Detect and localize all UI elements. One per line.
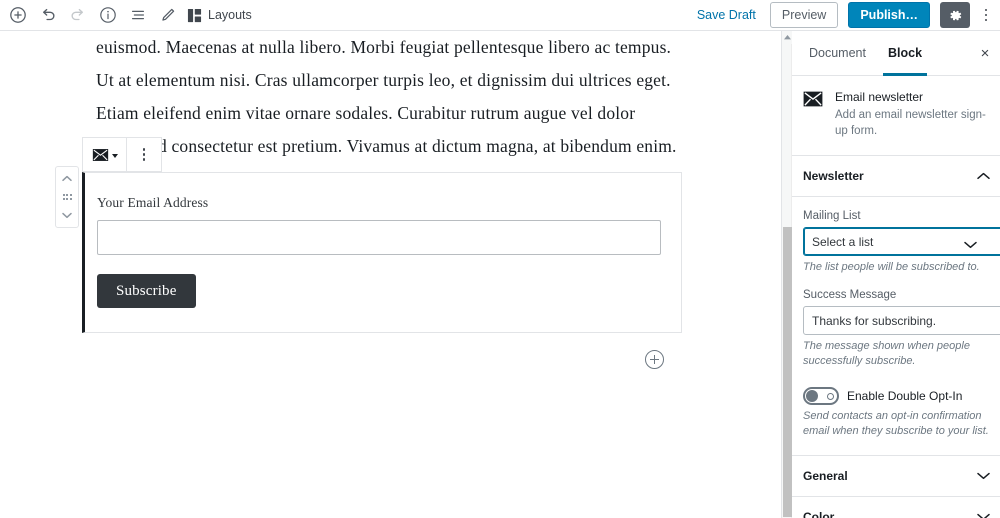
tab-document[interactable]: Document	[798, 31, 877, 76]
chevron-down-icon	[977, 472, 990, 480]
publish-button[interactable]: Publish…	[848, 2, 930, 28]
sidebar-tabs: Document Block ×	[792, 31, 1000, 76]
info-icon[interactable]	[93, 0, 123, 30]
mailing-list-help: The list people will be subscribed to.	[803, 261, 980, 273]
block-card-description: Add an email newsletter sign-up form.	[835, 109, 986, 137]
mailing-list-select[interactable]: Select a list	[803, 227, 1000, 256]
newsletter-block[interactable]: Your Email Address Subscribe	[82, 172, 682, 333]
block-card: Email newsletter Add an email newsletter…	[792, 76, 1000, 156]
tab-block[interactable]: Block	[877, 31, 933, 76]
field-success-message: Success Message The message shown when p…	[803, 289, 1000, 369]
layouts-icon	[187, 8, 202, 23]
save-draft-button[interactable]: Save Draft	[687, 0, 766, 30]
sidebar-content: Document Block × Email newsletter Add an…	[792, 31, 1000, 518]
more-options-button[interactable]	[974, 0, 998, 30]
block-card-text: Email newsletter Add an email newsletter…	[835, 90, 988, 139]
editor-top-toolbar: Layouts Save Draft Preview Publish…	[0, 0, 1000, 31]
panel-header-newsletter[interactable]: Newsletter	[792, 156, 1000, 197]
success-message-input[interactable]	[803, 306, 1000, 335]
field-mailing-list: Mailing List Select a list The list peop…	[803, 210, 1000, 275]
panel-title-color: Color	[803, 510, 835, 518]
block-type-button[interactable]	[83, 138, 127, 171]
gear-icon	[948, 8, 963, 23]
double-optin-label: Enable Double Opt-In	[847, 389, 963, 403]
scroll-up-icon[interactable]	[782, 31, 792, 44]
sidebar-scrollbar[interactable]	[782, 31, 792, 518]
redo-icon[interactable]	[63, 0, 93, 30]
mailing-list-label: Mailing List	[803, 210, 861, 222]
layouts-label: Layouts	[208, 8, 252, 23]
panel-header-color[interactable]: Color	[792, 497, 1000, 518]
block-more-options-button[interactable]	[127, 138, 161, 171]
email-field-label: Your Email Address	[97, 195, 209, 210]
drag-handle-icon[interactable]	[62, 194, 72, 200]
block-mover	[55, 166, 79, 228]
post-content: euismod. Maecenas at nulla libero. Morbi…	[96, 31, 682, 163]
chevron-down-icon	[977, 513, 990, 518]
layouts-button[interactable]: Layouts	[183, 0, 260, 30]
close-sidebar-button[interactable]: ×	[972, 40, 998, 66]
vertical-dots-icon	[142, 148, 146, 161]
toolbar-right-group: Save Draft Preview Publish…	[687, 0, 1000, 30]
email-input[interactable]	[97, 220, 661, 255]
add-block-icon[interactable]	[3, 0, 33, 30]
double-optin-toggle[interactable]	[803, 387, 839, 405]
edit-icon[interactable]	[153, 0, 183, 30]
success-message-help: The message shown when people successful…	[803, 340, 970, 367]
add-block-inserter-icon[interactable]	[645, 350, 664, 369]
undo-icon[interactable]	[33, 0, 63, 30]
vertical-dots-icon	[984, 8, 988, 22]
preview-button[interactable]: Preview	[769, 2, 839, 28]
field-double-optin: Enable Double Opt-In Send contacts an op…	[803, 387, 989, 439]
paragraph-block[interactable]: euismod. Maecenas at nulla libero. Morbi…	[96, 31, 682, 163]
editor-canvas: euismod. Maecenas at nulla libero. Morbi…	[0, 31, 781, 518]
block-card-title: Email newsletter	[835, 90, 924, 104]
chevron-down-icon	[112, 153, 118, 158]
gutenberg-editor: Layouts Save Draft Preview Publish… euis…	[0, 0, 1000, 518]
panel-title-general: General	[803, 469, 848, 483]
toggle-off-indicator	[827, 393, 834, 400]
mailing-list-select-wrapper: Select a list	[803, 227, 1000, 256]
chevron-up-icon	[977, 172, 990, 180]
move-up-button[interactable]	[56, 170, 78, 187]
subscribe-button[interactable]: Subscribe	[97, 274, 196, 308]
panel-title-newsletter: Newsletter	[803, 169, 864, 183]
settings-gear-button[interactable]	[940, 2, 970, 28]
toolbar-left-group: Layouts	[0, 0, 260, 30]
panel-body-newsletter: Mailing List Select a list The list peop…	[792, 197, 1000, 456]
panel-header-general[interactable]: General	[792, 456, 1000, 497]
block-navigation-icon[interactable]	[123, 0, 153, 30]
double-optin-help: Send contacts an opt-in confirmation ema…	[803, 410, 989, 437]
scrollbar-thumb[interactable]	[782, 227, 792, 517]
success-message-label: Success Message	[803, 289, 897, 301]
move-down-button[interactable]	[56, 207, 78, 224]
double-optin-row: Enable Double Opt-In	[803, 387, 989, 405]
envelope-icon	[92, 148, 109, 162]
toggle-knob	[806, 390, 818, 402]
envelope-icon	[803, 90, 823, 139]
block-toolbar	[82, 137, 162, 172]
settings-sidebar: Document Block × Email newsletter Add an…	[781, 31, 1000, 518]
